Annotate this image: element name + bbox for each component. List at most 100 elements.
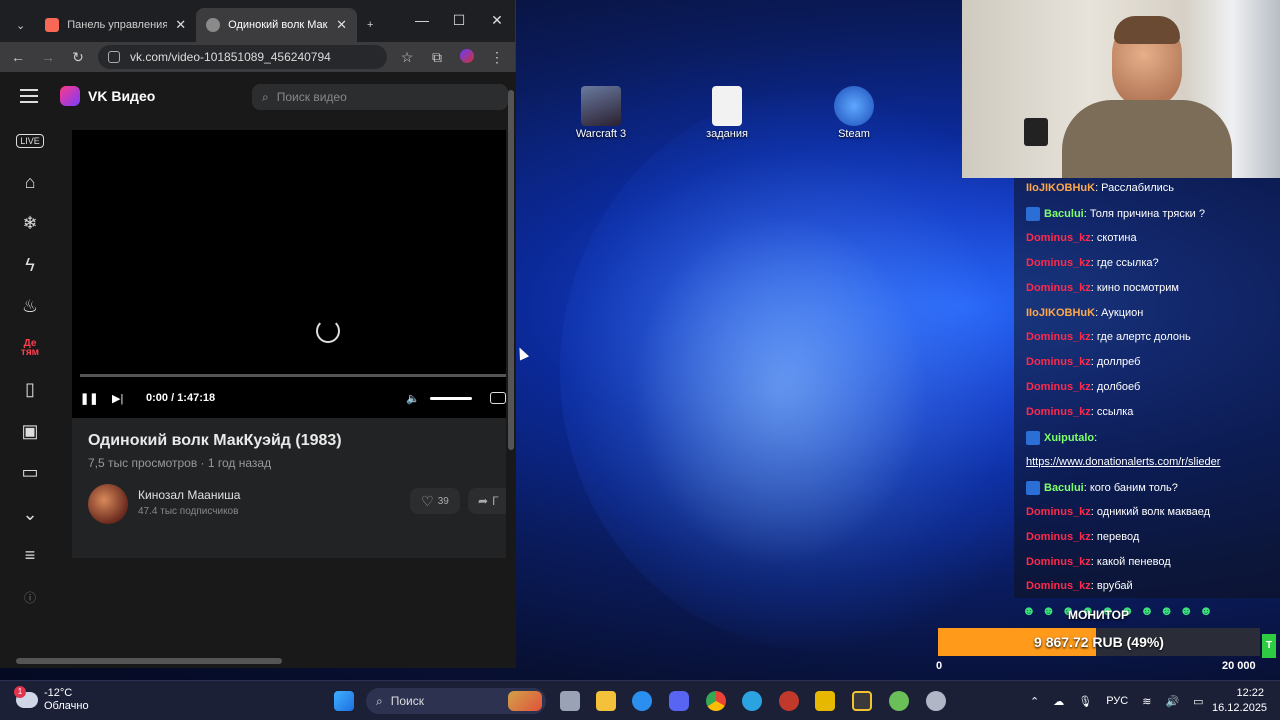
file-explorer-icon[interactable]	[596, 691, 616, 711]
close-tab-icon[interactable]: ✕	[336, 17, 347, 33]
maximize-button[interactable]: ☐	[449, 12, 469, 29]
video-progress-bar[interactable]	[80, 374, 506, 377]
more-menu-icon[interactable]: ⋮	[487, 49, 507, 66]
next-icon[interactable]: ▶|	[112, 392, 138, 405]
back-arrow-icon[interactable]: ←	[8, 49, 28, 65]
app-globe-icon[interactable]	[889, 691, 909, 711]
weather-widget[interactable]: 1 -12°C Облачно	[14, 686, 89, 713]
profile-avatar-icon[interactable]	[457, 48, 477, 66]
battery-icon[interactable]: ▭	[1193, 695, 1203, 708]
tab-vk-video[interactable]: Одинокий волк Мак ✕	[196, 8, 358, 42]
chat-nickname[interactable]: Bacului	[1044, 482, 1084, 494]
desktop-icon-steam[interactable]: Steam	[819, 86, 889, 140]
app-gear-icon[interactable]	[926, 691, 946, 711]
chat-nickname[interactable]: Bacului	[1044, 208, 1084, 220]
speaker-icon[interactable]: 🔊	[1165, 695, 1179, 708]
onedrive-cloud-icon[interactable]: ☁	[1053, 695, 1064, 708]
wallpaper-bloom-core	[620, 200, 940, 580]
donation-goal-label: МОНИТОР	[1068, 608, 1129, 622]
chat-nickname[interactable]: Dominus_kz	[1026, 556, 1091, 568]
vk-video-logo[interactable]	[60, 86, 80, 106]
chat-nickname[interactable]: Dominus_kz	[1026, 406, 1091, 418]
app-battery-icon[interactable]	[852, 691, 872, 711]
chat-nickname[interactable]: Dominus_kz	[1026, 531, 1091, 543]
tab-bar: ⌄ Панель управления ✕ Одинокий волк Мак …	[0, 0, 515, 42]
chat-nickname[interactable]: Dominus_kz	[1026, 506, 1091, 518]
url-field[interactable]: vk.com/video-101851089_456240794	[98, 45, 387, 69]
chat-nickname[interactable]: IIoJIKOBHuK	[1026, 182, 1095, 194]
warcraft-icon	[581, 86, 621, 126]
start-windows-icon[interactable]	[334, 691, 354, 711]
desktop-icon-warcraft[interactable]: Warcraft 3	[566, 86, 636, 140]
taskbar-search[interactable]: ⌕ Поиск	[366, 688, 546, 714]
close-tab-icon[interactable]: ✕	[175, 17, 186, 33]
tab-control-panel[interactable]: Панель управления ✕	[35, 8, 196, 42]
desktop-icon-zadaniya[interactable]: задания	[692, 86, 762, 140]
sidebar-item-live[interactable]: LIVE	[0, 120, 60, 162]
sidebar-item-playlist[interactable]: ≡	[0, 535, 60, 577]
discord-icon[interactable]	[669, 691, 689, 711]
hamburger-menu-icon[interactable]	[20, 85, 38, 107]
tab-list-dropdown[interactable]: ⌄	[6, 8, 35, 42]
sidebar-item-home[interactable]: ⌂	[0, 162, 60, 204]
weather-description: Облачно	[44, 700, 89, 712]
forward-arrow-icon[interactable]: →	[38, 49, 58, 65]
channel-subscribers: 47.4 тыс подписчиков	[138, 506, 239, 517]
input-language[interactable]: РУС	[1106, 695, 1128, 707]
extensions-icon[interactable]: ⧉	[427, 49, 447, 66]
chat-message: Dominus_kz: долбоеб	[1026, 381, 1140, 393]
channel-avatar[interactable]	[88, 484, 128, 524]
donation-goal-amount: 9 867.72 RUB (49%)	[1034, 634, 1164, 650]
sidebar-item-trending[interactable]: ♨	[0, 286, 60, 328]
sidebar-item-kids[interactable]: Де тям	[0, 328, 60, 370]
minimize-button[interactable]: —	[412, 12, 432, 28]
chat-nickname[interactable]: Xuiputalo	[1044, 432, 1094, 444]
chat-message: Dominus_kz: где алертс долонь	[1026, 331, 1191, 343]
volume-slider[interactable]	[430, 396, 472, 400]
chat-nickname[interactable]: Dominus_kz	[1026, 331, 1091, 343]
bookmark-star-icon[interactable]: ☆	[397, 49, 417, 66]
chat-nickname[interactable]: Dominus_kz	[1026, 257, 1091, 269]
sidebar-item-tv[interactable]: ▭	[0, 452, 60, 494]
horizontal-scrollbar[interactable]	[16, 658, 282, 664]
video-search-input[interactable]: ⌕ Поиск видео	[252, 84, 508, 110]
taskbar-clock[interactable]: 12:22 16.12.2025	[1212, 686, 1267, 716]
webcam-microphone	[1024, 118, 1048, 146]
chrome-icon[interactable]	[706, 691, 726, 711]
site-info-icon[interactable]	[108, 51, 120, 63]
chat-nickname[interactable]: Dominus_kz	[1026, 282, 1091, 294]
chat-link[interactable]: https://www.donationalerts.com/r/slieder	[1026, 456, 1220, 468]
chat-nickname[interactable]: Dominus_kz	[1026, 381, 1091, 393]
telegram-icon[interactable]	[742, 691, 762, 711]
like-button[interactable]: ♡ 39	[410, 488, 460, 514]
share-button[interactable]: ➦ Г	[468, 488, 506, 514]
sidebar-item-shorts[interactable]: ϟ	[0, 245, 60, 287]
new-tab-button[interactable]: +	[357, 8, 383, 42]
sidebar-item-info[interactable]: ⓘ	[0, 577, 60, 619]
microphone-icon[interactable]: 🎙	[1078, 695, 1092, 708]
close-window-button[interactable]: ✕	[487, 12, 507, 29]
task-view-icon[interactable]	[560, 691, 580, 711]
channel-name[interactable]: Кинозал Мааниша	[138, 488, 240, 502]
chat-nickname[interactable]: Dominus_kz	[1026, 232, 1091, 244]
sidebar-item-catalog[interactable]: ▯	[0, 369, 60, 411]
pause-icon[interactable]: ❚❚	[80, 392, 102, 405]
edge-browser-icon[interactable]	[632, 691, 652, 711]
subtitles-icon[interactable]	[490, 392, 506, 404]
tray-overflow-icon[interactable]: ⌃	[1030, 695, 1039, 708]
reload-icon[interactable]: ↻	[68, 49, 88, 66]
chat-nickname[interactable]: Dominus_kz	[1026, 356, 1091, 368]
vk-brand-title[interactable]: VK Видео	[88, 88, 155, 104]
vertical-scrollbar[interactable]	[508, 90, 514, 450]
sidebar-item-winter[interactable]: ❄	[0, 203, 60, 245]
app-star-icon[interactable]	[815, 691, 835, 711]
chat-nickname[interactable]: Dominus_kz	[1026, 580, 1091, 592]
sidebar-expand[interactable]: ⌄	[0, 494, 60, 536]
wifi-icon[interactable]: ≋	[1142, 695, 1151, 708]
steam-icon	[834, 86, 874, 126]
sidebar-item-movies[interactable]: ▣	[0, 411, 60, 453]
chat-nickname[interactable]: IIoJIKOBHuK	[1026, 307, 1095, 319]
tab-label: Панель управления	[67, 19, 168, 31]
volume-icon[interactable]: 🔈	[406, 392, 420, 405]
app-red-icon[interactable]	[779, 691, 799, 711]
